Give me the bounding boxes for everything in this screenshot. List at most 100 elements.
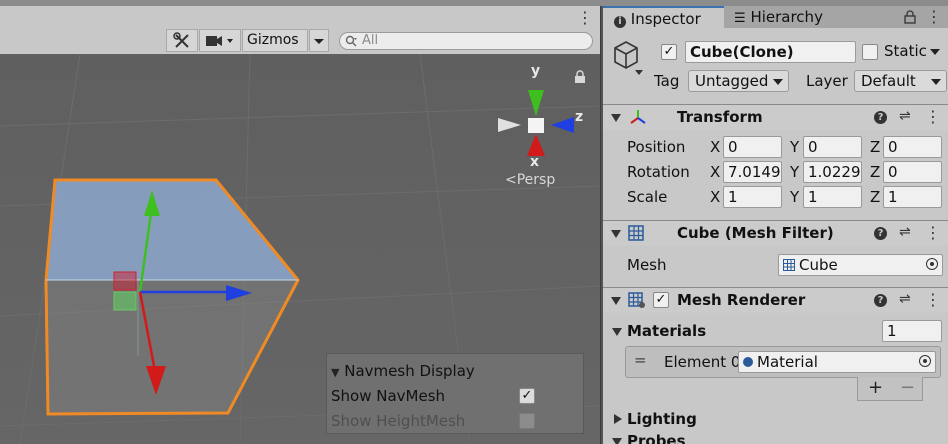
mesh-renderer-header[interactable]: ✓ Mesh Renderer ? ⇌ ⋮ [603, 287, 948, 313]
navmesh-panel-header[interactable]: ▼ Navmesh Display [331, 362, 475, 380]
rotation-y-input[interactable]: 1.02294 [803, 161, 862, 183]
element-0-value: Material [757, 353, 818, 371]
object-picker-icon[interactable] [919, 355, 931, 367]
triangle-down-icon: ▼ [331, 366, 340, 379]
materials-foldout-icon[interactable] [612, 328, 622, 336]
show-navmesh-checkbox[interactable]: ✓ [519, 388, 535, 404]
position-z-label[interactable]: Z [870, 138, 880, 156]
scale-label: Scale [627, 188, 668, 206]
collapse-triangle-icon [611, 114, 621, 122]
mesh-object-field[interactable]: Cube [778, 254, 943, 276]
probes-label[interactable]: Probes [627, 432, 686, 444]
object-picker-icon[interactable] [926, 258, 938, 270]
panel-more-icon[interactable]: ⋮ [926, 7, 942, 26]
static-checkbox[interactable] [862, 44, 878, 60]
presets-icon[interactable]: ⇌ [899, 291, 911, 307]
tools-button[interactable] [166, 29, 198, 52]
component-more-icon[interactable]: ⋮ [925, 107, 941, 126]
rotation-x-label[interactable]: X [710, 163, 720, 181]
help-icon[interactable]: ? [874, 292, 887, 307]
position-z-input[interactable]: 0 [883, 136, 942, 158]
gizmos-button[interactable]: Gizmos [242, 29, 308, 52]
help-icon[interactable]: ? [874, 225, 887, 240]
component-more-icon[interactable]: ⋮ [925, 290, 941, 309]
tab-hierarchy[interactable]: ☰ Hierarchy [734, 6, 854, 28]
rotation-x-input[interactable]: 7.01496 [723, 161, 782, 183]
active-checkbox[interactable]: ✓ [661, 44, 677, 60]
mesh-grid-icon [783, 259, 795, 271]
scene-search-input[interactable]: All [339, 32, 593, 50]
help-icon[interactable]: ? [874, 109, 887, 124]
drag-handle-icon[interactable]: = [634, 351, 647, 369]
lighting-label[interactable]: Lighting [627, 410, 697, 428]
layer-value: Default [861, 72, 916, 90]
transform-title: Transform [677, 108, 763, 126]
lock-icon[interactable] [574, 70, 586, 84]
scale-y-input[interactable]: 1 [803, 186, 862, 208]
element-0-material-field[interactable]: Material [738, 351, 936, 373]
presets-icon[interactable]: ⇌ [899, 108, 911, 124]
gameobject-cube-icon[interactable] [611, 39, 645, 79]
remove-element-button[interactable]: − [900, 377, 915, 398]
rotation-z-label[interactable]: Z [870, 163, 880, 181]
lock-icon[interactable] [904, 10, 916, 24]
search-placeholder: All [362, 33, 379, 48]
tag-value: Untagged [695, 72, 769, 90]
component-more-icon[interactable]: ⋮ [925, 223, 941, 242]
projection-toggle[interactable]: <Persp [505, 172, 555, 188]
lighting-foldout-icon[interactable] [614, 414, 622, 424]
position-y-label[interactable]: Y [790, 138, 799, 156]
rotation-y-label[interactable]: Y [790, 163, 799, 181]
probes-foldout-icon[interactable] [612, 438, 622, 444]
list-icon: ☰ [734, 11, 746, 26]
add-element-button[interactable]: + [868, 377, 883, 398]
wrench-cross-icon [173, 32, 189, 48]
search-icon [345, 35, 357, 47]
object-name-input[interactable]: Cube(Clone) [685, 41, 856, 63]
mesh-value: Cube [799, 256, 838, 274]
tag-dropdown[interactable]: Untagged [688, 70, 789, 92]
transform-axes-icon [630, 110, 646, 124]
scene-view[interactable]: ⋮ Gizmos All y z x <Persp ▼ Navmesh Disp… [0, 6, 600, 444]
layer-label: Layer [806, 72, 848, 90]
presets-icon[interactable]: ⇌ [899, 224, 911, 240]
static-dropdown-arrow[interactable] [930, 49, 940, 55]
element-0-label: Element 0 [664, 353, 741, 371]
info-icon: i [614, 16, 626, 28]
tab-hierarchy-label: Hierarchy [750, 8, 823, 26]
scale-x-label[interactable]: X [710, 188, 720, 206]
mesh-grid-icon [628, 225, 644, 241]
materials-size-input[interactable]: 1 [882, 320, 942, 342]
chevron-down-icon [773, 79, 783, 85]
tab-inspector[interactable]: i Inspector [603, 6, 724, 28]
show-heightmesh-checkbox[interactable] [519, 413, 535, 429]
transform-header[interactable]: Transform ? ⇌ ⋮ [603, 104, 948, 130]
chevron-down-icon [314, 39, 324, 44]
list-footer: + − [857, 377, 923, 401]
camera-dropdown[interactable] [199, 29, 241, 52]
rotation-z-input[interactable]: 0 [883, 161, 942, 183]
mesh-filter-header[interactable]: Cube (Mesh Filter) ? ⇌ ⋮ [603, 220, 948, 246]
scale-y-label[interactable]: Y [790, 188, 799, 206]
mesh-renderer-enabled-checkbox[interactable]: ✓ [653, 292, 669, 308]
collapse-triangle-icon [611, 297, 621, 305]
scene-more-icon[interactable]: ⋮ [577, 8, 593, 28]
position-x-input[interactable]: 0 [723, 136, 782, 158]
mesh-renderer-title: Mesh Renderer [677, 291, 806, 309]
gizmo-x-label: x [530, 154, 540, 170]
scale-z-label[interactable]: Z [870, 188, 880, 206]
gizmos-dropdown[interactable] [309, 29, 329, 52]
mesh-renderer-icon [628, 292, 645, 308]
scale-z-input[interactable]: 1 [883, 186, 942, 208]
navmesh-panel-title: Navmesh Display [344, 362, 475, 380]
mesh-filter-title: Cube (Mesh Filter) [677, 224, 834, 242]
projection-label: Persp [516, 172, 556, 188]
layer-dropdown[interactable]: Default [854, 70, 947, 92]
scale-x-input[interactable]: 1 [723, 186, 782, 208]
navmesh-display-panel: ▼ Navmesh Display Show NavMesh ✓ Show He… [326, 353, 584, 434]
position-x-label[interactable]: X [710, 138, 720, 156]
tab-inspector-label: Inspector [630, 10, 701, 28]
inspector-panel: i Inspector ☰ Hierarchy ⋮ ✓ Cube(Clone) … [601, 6, 948, 444]
chevron-left-icon: < [505, 172, 517, 188]
position-y-input[interactable]: 0 [803, 136, 862, 158]
